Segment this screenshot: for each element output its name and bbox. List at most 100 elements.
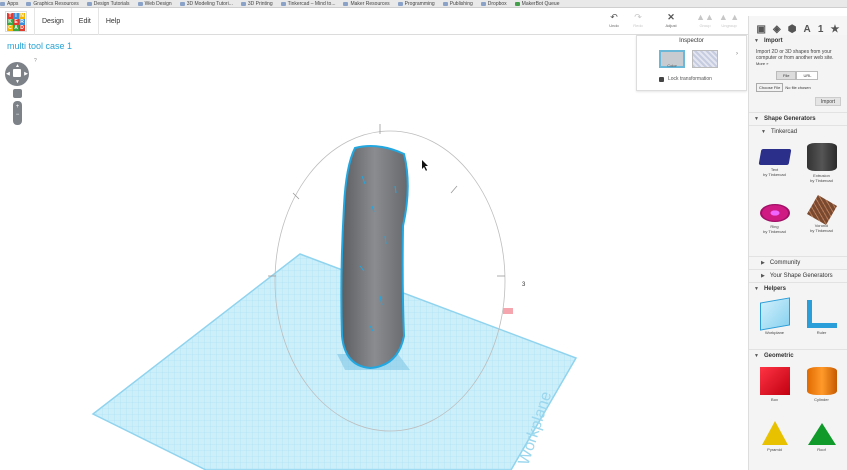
mouse-cursor-icon <box>422 160 428 171</box>
your-generators-header[interactable]: ▶ Your Shape Generators <box>749 269 847 282</box>
app-header: T I N K E R C A D Design Edit Help ↶ Und… <box>0 8 847 43</box>
bookmark-item[interactable]: MakerBot Queue <box>514 1 559 7</box>
folder-icon <box>179 1 185 6</box>
bookmark-item[interactable]: 3D Printing <box>240 1 273 7</box>
pyramid-shape-icon <box>761 421 788 445</box>
adjust-button[interactable]: ✕ Adjust <box>659 12 683 32</box>
main-menu: Design Edit Help <box>34 8 127 35</box>
import-more-link[interactable]: More » <box>756 61 840 67</box>
bookmarks-bar: Apps Graphics Resources Design Tutorials… <box>0 0 847 8</box>
selected-object[interactable] <box>340 145 409 370</box>
makerbot-icon <box>514 1 520 6</box>
group-button[interactable]: ▲▲ Group <box>693 12 717 32</box>
edit-tools: ✕ Adjust ▲▲ Group ▲ ▲ Ungroup <box>659 12 741 32</box>
star-icon[interactable]: ★ <box>830 24 839 35</box>
redo-button[interactable]: ↷ Redo <box>626 12 650 32</box>
cylinder-shape-icon <box>806 367 837 395</box>
helpers-grid: Workplane Ruler <box>749 295 847 349</box>
helper-workplane[interactable]: Workplane <box>751 297 798 346</box>
helper-ruler[interactable]: Ruler <box>798 298 845 346</box>
tab-url[interactable]: URL <box>796 71 819 80</box>
lock-transformation[interactable]: Lock transformation <box>659 76 712 82</box>
generator-grid: Text by Tinkercad Extrusion by Tinkercad R… <box>749 138 847 256</box>
hole-swatch[interactable] <box>692 50 718 68</box>
file-status: No file chosen <box>785 85 811 90</box>
bookmark-item[interactable]: Graphics Resources <box>26 1 79 7</box>
helpers-header[interactable]: ▼ Helpers <box>749 282 847 295</box>
folder-icon <box>137 1 143 6</box>
workplane-shape-icon <box>759 297 790 331</box>
bookmark-item[interactable]: Web Design <box>137 1 172 7</box>
file-chooser: Choose File No file chosen <box>756 83 847 92</box>
ruler-value: 3 <box>522 282 526 288</box>
undo-icon: ↶ <box>610 12 618 22</box>
page-icon <box>280 1 286 6</box>
expand-icon: ▶ <box>761 260 765 266</box>
number-icon[interactable]: 1 <box>818 24 824 35</box>
apps-icon <box>0 1 5 6</box>
folder-icon <box>442 1 448 6</box>
lock-icon <box>659 76 664 82</box>
shapes-panel: ▼ Import Import 2D or 3D shapes from your… <box>748 35 847 470</box>
history-tools: ↶ Undo ↷ Redo <box>602 12 650 32</box>
choose-file-button[interactable]: Choose File <box>756 83 784 92</box>
bookmark-item[interactable]: Design Tutorials <box>86 1 130 7</box>
ruler-shape-icon <box>806 300 837 328</box>
text-icon[interactable]: A <box>804 24 811 35</box>
folder-icon <box>26 1 32 6</box>
shape-ring[interactable]: Ring by Tinkercad <box>751 197 798 253</box>
folder-icon <box>397 1 403 6</box>
folder-icon <box>240 1 246 6</box>
logo-letter: D <box>19 25 25 31</box>
adjust-icon: ✕ <box>667 12 675 22</box>
folder-icon <box>343 1 349 6</box>
workplane-grid[interactable] <box>91 253 578 470</box>
import-tabs: File URL <box>776 71 847 80</box>
scene-svg: Workplane 3 <box>91 124 578 470</box>
bookmark-item[interactable]: 3D Modeling Tutori... <box>179 1 233 7</box>
shape-voronoi[interactable]: Voronoi by Tinkercad <box>798 194 845 253</box>
import-button[interactable]: Import <box>815 97 841 106</box>
inspector-title: Inspector <box>679 38 704 44</box>
roof-shape-icon <box>807 423 836 445</box>
tab-file[interactable]: File <box>776 71 797 80</box>
geometric-header[interactable]: ▼ Geometric <box>749 349 847 362</box>
shape-box[interactable]: Box <box>751 365 798 417</box>
tinkercad-generators-header[interactable]: ▼ Tinkercad <box>749 125 847 138</box>
cube-icon[interactable]: ◈ <box>773 24 781 35</box>
bookmark-item[interactable]: Dropbox <box>480 1 507 7</box>
voronoi-shape-icon <box>806 194 837 226</box>
collapse-icon: ▼ <box>754 353 759 359</box>
bookmark-item[interactable]: Tinkercad – Mind to... <box>280 1 335 7</box>
cube-solid-icon[interactable]: ⬢ <box>788 24 797 35</box>
tinkercad-logo[interactable]: T I N K E R C A D <box>5 11 27 32</box>
import-section-header[interactable]: ▼ Import <box>749 35 847 47</box>
community-generators-header[interactable]: ▶ Community <box>749 256 847 269</box>
bookmark-item[interactable]: Maker Resources <box>343 1 390 7</box>
undo-button[interactable]: ↶ Undo <box>602 12 626 32</box>
inspector-expand-icon[interactable]: › <box>736 51 738 57</box>
menu-design[interactable]: Design <box>34 8 71 35</box>
shape-pyramid[interactable]: Pyramid <box>751 417 798 469</box>
ungroup-button[interactable]: ▲ ▲ Ungroup <box>717 12 741 32</box>
menu-help[interactable]: Help <box>97 8 127 35</box>
shape-generators-header[interactable]: ▼ Shape Generators <box>749 112 847 125</box>
dropbox-icon <box>480 1 486 6</box>
ungroup-icon: ▲ ▲ <box>718 12 740 22</box>
bookmark-item[interactable]: Apps <box>0 1 18 7</box>
shape-text[interactable]: Text by Tinkercad <box>751 141 798 197</box>
menu-edit[interactable]: Edit <box>70 8 98 35</box>
collapse-icon: ▼ <box>754 38 759 44</box>
shape-roof[interactable]: Roof <box>798 417 845 469</box>
color-label: Color <box>667 63 677 68</box>
rotation-handle[interactable] <box>503 308 513 314</box>
shape-cylinder[interactable]: Cylinder <box>798 365 845 417</box>
ring-shape-icon <box>759 204 790 222</box>
shape-extrusion[interactable]: Extrusion by Tinkercad <box>798 141 845 197</box>
expand-icon: ▶ <box>761 273 765 279</box>
bookmark-item[interactable]: Programming <box>397 1 435 7</box>
bookmark-item[interactable]: Publishing <box>442 1 473 7</box>
collapse-icon: ▼ <box>754 286 759 292</box>
workplane-viewport[interactable]: multi tool case 1 ▲ ▼ ◀ ▶ + − ? Workplan… <box>0 36 748 470</box>
box-view-icon[interactable]: ▣ <box>757 24 766 35</box>
